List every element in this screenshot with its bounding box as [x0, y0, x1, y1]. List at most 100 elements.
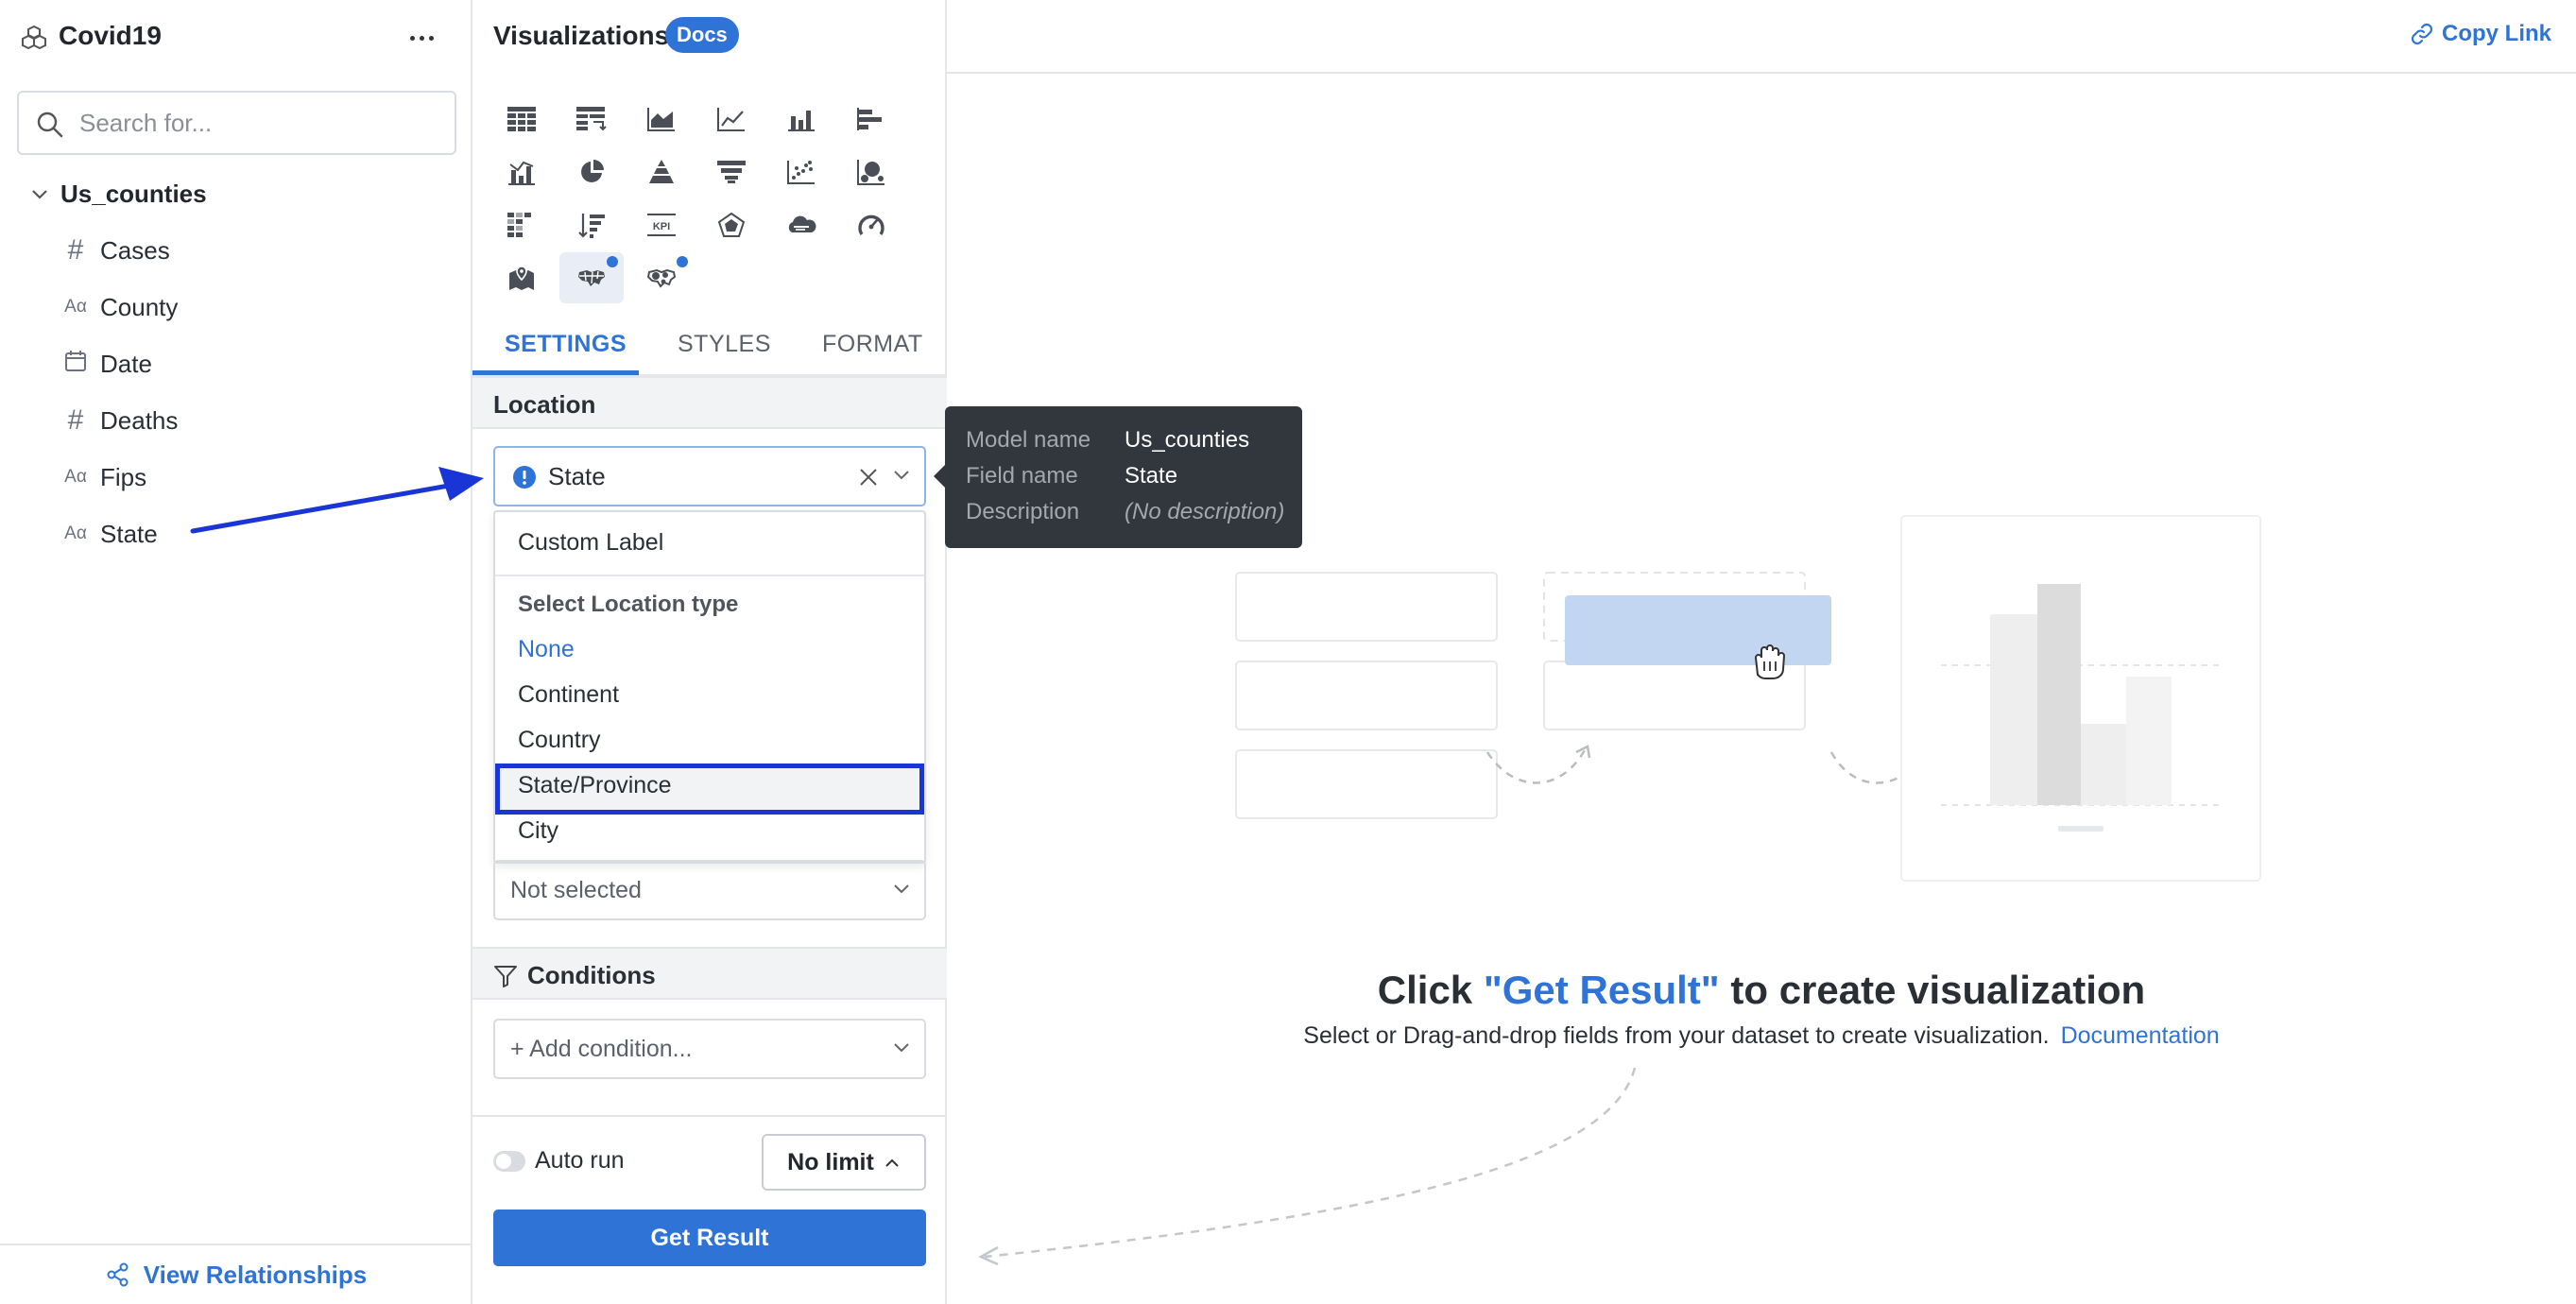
documentation-link[interactable]: Documentation: [2061, 1022, 2220, 1049]
area-chart-viz-icon[interactable]: [629, 94, 694, 145]
number-type-icon: #: [67, 404, 84, 436]
row-limit-label: No limit: [787, 1148, 874, 1175]
point-map-viz-icon[interactable]: [489, 252, 554, 303]
row-limit-button[interactable]: No limit: [762, 1134, 926, 1191]
custom-label-option[interactable]: Custom Label: [518, 529, 663, 557]
empty-state-subtitle: Select or Drag-and-drop fields from your…: [947, 1022, 2576, 1050]
pie-chart-viz-icon[interactable]: [559, 146, 624, 197]
empty-sub-text: Select or Drag-and-drop fields from your…: [1303, 1022, 2050, 1049]
new-badge-dot: [607, 256, 618, 267]
pivot-table-viz-icon[interactable]: [559, 94, 624, 145]
tab-settings[interactable]: SETTINGS: [505, 331, 627, 358]
tab-format[interactable]: FORMAT: [822, 331, 923, 358]
selected-field-value: State: [548, 462, 606, 490]
field-item-cases[interactable]: # Cases: [62, 230, 170, 271]
panel-divider: [472, 1115, 947, 1117]
docs-badge[interactable]: Docs: [665, 17, 739, 53]
calendar-icon: [62, 350, 89, 378]
view-relationships-label: View Relationships: [143, 1260, 368, 1289]
model-tree-node[interactable]: Us_counties: [30, 180, 207, 209]
chevron-down-icon: [32, 189, 47, 199]
info-icon: [513, 466, 536, 489]
panel-title: Visualizations: [493, 21, 670, 50]
empty-state-illustration: [1235, 515, 2261, 882]
auto-run-label: Auto run: [535, 1147, 625, 1174]
dataset-title: Covid19: [59, 21, 162, 50]
field-item-county[interactable]: Aα County: [62, 286, 178, 328]
copy-link-button[interactable]: Copy Link: [2410, 21, 2551, 47]
relationships-icon: [107, 1262, 129, 1287]
main-topbar: Copy Link: [947, 0, 2576, 74]
text-type-icon: Aα: [64, 523, 87, 543]
field-item-deaths[interactable]: # Deaths: [62, 400, 179, 441]
number-type-icon: #: [67, 234, 84, 266]
field-label: Fips: [100, 462, 147, 491]
gauge-viz-icon[interactable]: [839, 199, 903, 250]
field-label: County: [100, 292, 179, 321]
field-label: Date: [100, 349, 152, 378]
funnel-chart-viz-icon[interactable]: [699, 146, 764, 197]
auto-run-toggle[interactable]: [493, 1151, 525, 1172]
field-label: Cases: [100, 235, 170, 265]
filled-map-viz-icon[interactable]: [559, 252, 624, 303]
line-chart-viz-icon[interactable]: [699, 94, 764, 145]
more-options-icon[interactable]: [403, 19, 440, 57]
sorted-bar-viz-icon[interactable]: [559, 199, 624, 250]
chevron-down-icon: [894, 1043, 909, 1053]
dropdown-divider: [495, 575, 924, 576]
scatter-chart-viz-icon[interactable]: [769, 146, 833, 197]
chevron-up-icon: [885, 1158, 899, 1167]
word-cloud-viz-icon[interactable]: [769, 199, 833, 250]
dataset-sidebar: Covid19 Us_counties # Cases Aα County Da…: [0, 0, 472, 1304]
empty-state-title: Click "Get Result" to create visualizati…: [947, 968, 2576, 1013]
bubble-chart-viz-icon[interactable]: [839, 146, 903, 197]
column-chart-viz-icon[interactable]: [769, 94, 833, 145]
value-field-select[interactable]: Not selected: [493, 860, 926, 920]
location-type-header: Select Location type: [518, 592, 739, 617]
location-option-state-province[interactable]: State/Province: [518, 772, 672, 799]
field-item-date[interactable]: Date: [62, 343, 152, 385]
heatmap-viz-icon[interactable]: [489, 199, 554, 250]
text-type-icon: Aα: [64, 297, 87, 317]
conditions-section-label: Conditions: [527, 961, 656, 989]
new-badge-dot: [677, 256, 688, 267]
search-input[interactable]: [79, 104, 438, 142]
radar-chart-viz-icon[interactable]: [699, 199, 764, 250]
location-section-header: Location: [472, 376, 947, 429]
add-condition-select[interactable]: + Add condition...: [493, 1019, 926, 1079]
field-search-box: [17, 91, 456, 155]
conditions-section-header: Conditions: [472, 947, 947, 1000]
active-tab-indicator: [472, 370, 639, 375]
add-condition-label: + Add condition...: [510, 1036, 693, 1062]
clear-icon[interactable]: [858, 467, 879, 488]
dashed-guide-arrow: [978, 1067, 1637, 1266]
table-viz-icon[interactable]: [489, 94, 554, 145]
bubble-map-viz-icon[interactable]: [629, 252, 694, 303]
field-item-state[interactable]: Aα State: [62, 513, 158, 555]
combo-chart-viz-icon[interactable]: [489, 146, 554, 197]
kpi-viz-icon[interactable]: KPI: [629, 199, 694, 250]
view-relationships-button[interactable]: View Relationships: [0, 1244, 472, 1304]
not-selected-value: Not selected: [510, 877, 642, 903]
dataset-icon: [22, 25, 46, 49]
pyramid-chart-viz-icon[interactable]: [629, 146, 694, 197]
visualization-canvas: Copy Link Click "Get Result" to create v…: [947, 0, 2576, 1304]
location-option-city[interactable]: City: [518, 817, 558, 845]
settings-tabs: SETTINGS STYLES FORMAT: [472, 321, 947, 376]
get-result-button[interactable]: Get Result: [493, 1210, 926, 1266]
filter-icon: [494, 966, 517, 987]
location-type-dropdown: Custom Label Select Location type None C…: [493, 510, 926, 864]
svg-text:KPI: KPI: [653, 221, 670, 232]
bar-chart-viz-icon[interactable]: [839, 94, 903, 145]
field-item-fips[interactable]: Aα Fips: [62, 456, 146, 498]
chevron-down-icon: [894, 471, 909, 480]
visualization-settings-panel: Visualizations Docs KPI SETTINGS STYLES …: [472, 0, 947, 1304]
empty-title-prefix: Click: [1377, 968, 1484, 1012]
location-option-country[interactable]: Country: [518, 727, 601, 754]
location-option-none[interactable]: None: [518, 636, 575, 663]
location-field-select[interactable]: State: [493, 446, 926, 506]
text-type-icon: Aα: [64, 467, 87, 487]
tab-styles[interactable]: STYLES: [678, 331, 771, 358]
location-option-continent[interactable]: Continent: [518, 681, 619, 709]
empty-title-highlight: "Get Result": [1483, 968, 1720, 1012]
